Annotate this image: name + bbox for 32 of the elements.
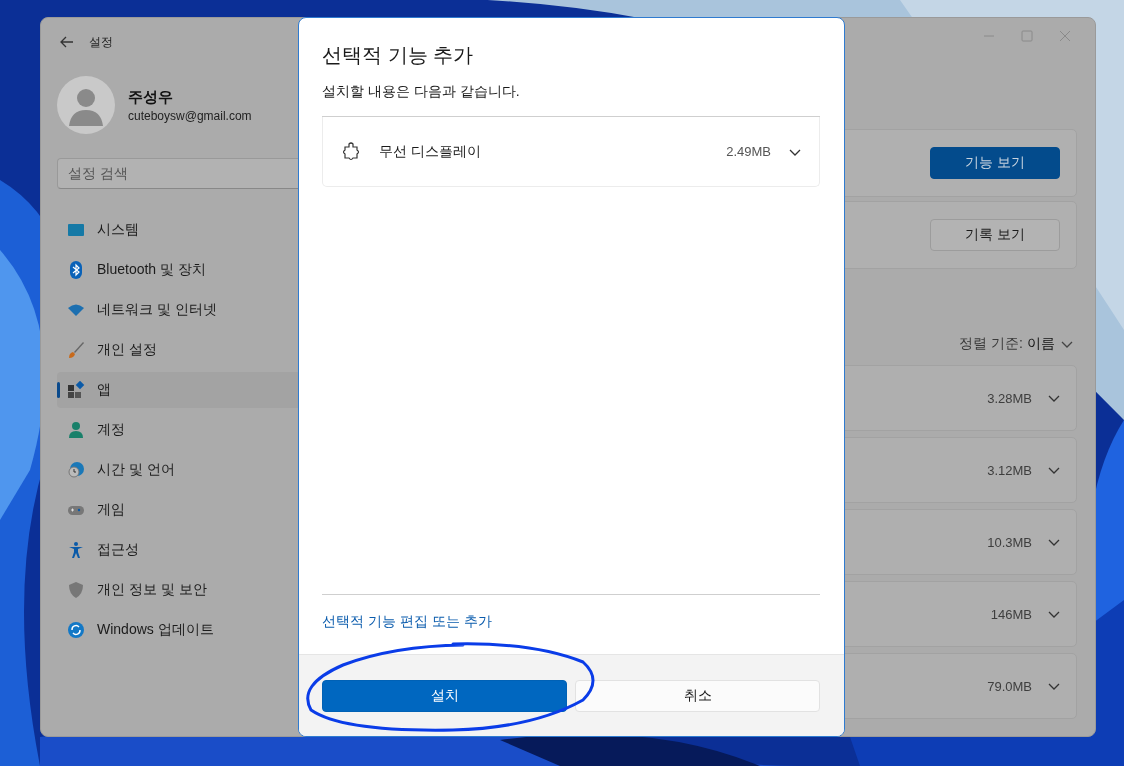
brush-icon — [67, 341, 85, 359]
puzzle-icon — [341, 141, 361, 162]
bluetooth-icon — [67, 261, 85, 279]
monitor-icon — [67, 221, 85, 239]
cancel-button[interactable]: 취소 — [575, 679, 820, 712]
sort-label: 정렬 기준: — [959, 335, 1023, 353]
feature-size: 146MB — [990, 606, 1032, 622]
view-history-button[interactable]: 기록 보기 — [930, 219, 1060, 251]
accessibility-icon — [67, 541, 85, 559]
clock-globe-icon — [67, 461, 85, 479]
user-email: cuteboysw@gmail.com — [128, 108, 252, 123]
edit-features-link[interactable]: 선택적 기능 편집 또는 추가 — [322, 611, 492, 631]
dialog-subtitle: 설치할 내용은 다음과 같습니다. — [322, 82, 521, 101]
back-arrow-icon[interactable] — [59, 34, 75, 50]
dialog-title: 선택적 기능 추가 — [322, 43, 475, 68]
feature-size: 2.49MB — [726, 144, 771, 159]
install-button[interactable]: 설치 — [322, 679, 567, 712]
feature-item[interactable]: 무선 디스플레이 2.49MB — [322, 117, 820, 187]
sort-dropdown[interactable]: 이름 — [1027, 335, 1073, 353]
feature-size: 79.0MB — [987, 678, 1032, 694]
window-title: 설정 — [89, 33, 113, 51]
view-features-button[interactable]: 기능 보기 — [930, 147, 1060, 179]
apps-icon — [67, 381, 85, 399]
sync-icon — [67, 621, 85, 639]
user-name: 주성우 — [128, 87, 174, 107]
feature-name: 무선 디스플레이 — [379, 142, 482, 161]
person-icon — [67, 421, 85, 439]
avatar — [57, 76, 115, 134]
feature-size: 10.3MB — [987, 534, 1032, 550]
feature-size: 3.12MB — [987, 462, 1032, 478]
shield-icon — [67, 581, 85, 599]
feature-size: 3.28MB — [987, 390, 1032, 406]
